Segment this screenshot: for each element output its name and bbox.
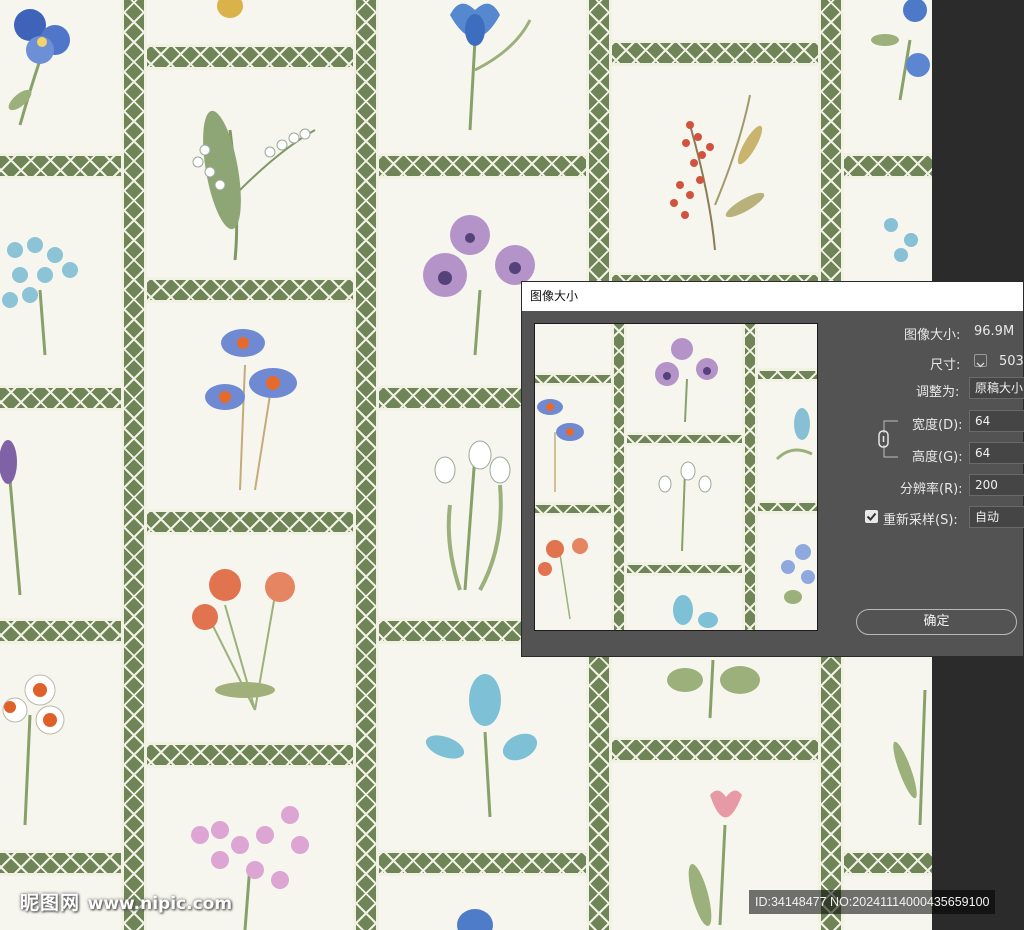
width-input[interactable]: 64 xyxy=(969,410,1024,432)
fit-to-select[interactable]: 原稿大小 xyxy=(969,377,1024,399)
snowdrop-illustration xyxy=(434,440,511,591)
lattice-bar xyxy=(844,850,932,876)
image-size-value: 96.9M xyxy=(974,324,1015,339)
lattice-bar xyxy=(627,432,742,446)
lattice-bar xyxy=(535,502,611,516)
lattice-bar xyxy=(0,385,121,411)
dialog-title[interactable]: 图像大小 xyxy=(522,282,1023,311)
berry-sprig-illustration xyxy=(670,94,765,251)
tulip-purple-illustration xyxy=(0,440,22,596)
violet-pansy-illustration xyxy=(655,338,718,423)
lattice-bar xyxy=(121,0,147,930)
green-stalk-partial-illustration xyxy=(893,689,927,826)
lattice-bar xyxy=(535,372,611,386)
ok-button[interactable]: 确定 xyxy=(856,609,1017,635)
lattice-bar xyxy=(758,368,817,382)
lattice-bar xyxy=(353,0,379,930)
dimensions-dropdown-icon[interactable] xyxy=(974,354,987,368)
resolution-input[interactable]: 200 xyxy=(969,474,1024,496)
lattice-bar xyxy=(147,277,353,303)
pansy-flower-illustration xyxy=(8,9,70,126)
pasqueflower-illustration xyxy=(537,399,584,492)
crocus-illustration xyxy=(425,674,538,818)
site-name-text: 昵图网 xyxy=(20,892,81,914)
lattice-bar xyxy=(611,324,627,630)
image-id-watermark: ID:34148477 NO:20241114000435659100 xyxy=(749,890,996,914)
resample-select[interactable]: 自动 xyxy=(969,506,1024,528)
blue-flower-illustration xyxy=(781,544,815,604)
lattice-bar xyxy=(627,562,742,576)
forget-me-not-illustration xyxy=(2,237,78,356)
lattice-bar xyxy=(147,509,353,535)
blue-forget-me-not-partial-illustration xyxy=(884,218,918,262)
resample-label: 重新采样(S): xyxy=(883,513,958,528)
pasqueflower-illustration xyxy=(205,329,297,491)
lattice-bar xyxy=(758,500,817,514)
resample-checkbox[interactable] xyxy=(865,510,878,523)
lattice-bar xyxy=(0,618,121,644)
blue-flower-partial-illustration xyxy=(871,0,930,101)
lily-of-the-valley-illustration xyxy=(192,110,316,261)
lattice-bar xyxy=(379,850,586,876)
fit-to-label: 调整为: xyxy=(916,385,960,400)
crocus-illustration xyxy=(673,595,718,628)
lattice-bar xyxy=(612,40,818,66)
lattice-bar xyxy=(147,742,353,768)
pink-tulip-illustration xyxy=(688,790,742,926)
lattice-bar xyxy=(844,153,932,179)
height-input[interactable]: 64 xyxy=(969,442,1024,464)
dandelion-illustration xyxy=(538,538,588,620)
lattice-bar xyxy=(612,737,818,763)
daffodil-illustration xyxy=(2,674,65,826)
dimensions-value: 5039 xyxy=(999,354,1024,369)
image-size-label: 图像大小: xyxy=(904,328,961,343)
dimensions-label: 尺寸: xyxy=(930,358,961,373)
lattice-bar xyxy=(147,44,353,70)
height-label: 高度(G): xyxy=(912,450,963,465)
lattice-bar xyxy=(742,324,758,630)
site-url-text: www.nipic.com xyxy=(87,894,233,914)
iris-bottom-partial-illustration xyxy=(457,909,493,930)
lattice-bar xyxy=(379,153,586,179)
tulip-bulb-top-illustration xyxy=(217,0,243,18)
iris-flower-illustration xyxy=(450,3,532,131)
muscari-illustration xyxy=(775,408,813,461)
lattice-bar xyxy=(0,850,121,876)
dandelion-illustration xyxy=(192,569,295,711)
constrain-proportions-link-icon[interactable] xyxy=(876,417,906,461)
width-label: 宽度(D): xyxy=(912,418,963,433)
resolution-label: 分辨率(R): xyxy=(900,482,963,497)
image-preview-thumbnail[interactable] xyxy=(534,323,818,631)
lattice-bar xyxy=(0,153,121,179)
site-watermark: 昵图网 www.nipic.com xyxy=(20,888,232,915)
snowdrop-illustration xyxy=(658,461,712,552)
